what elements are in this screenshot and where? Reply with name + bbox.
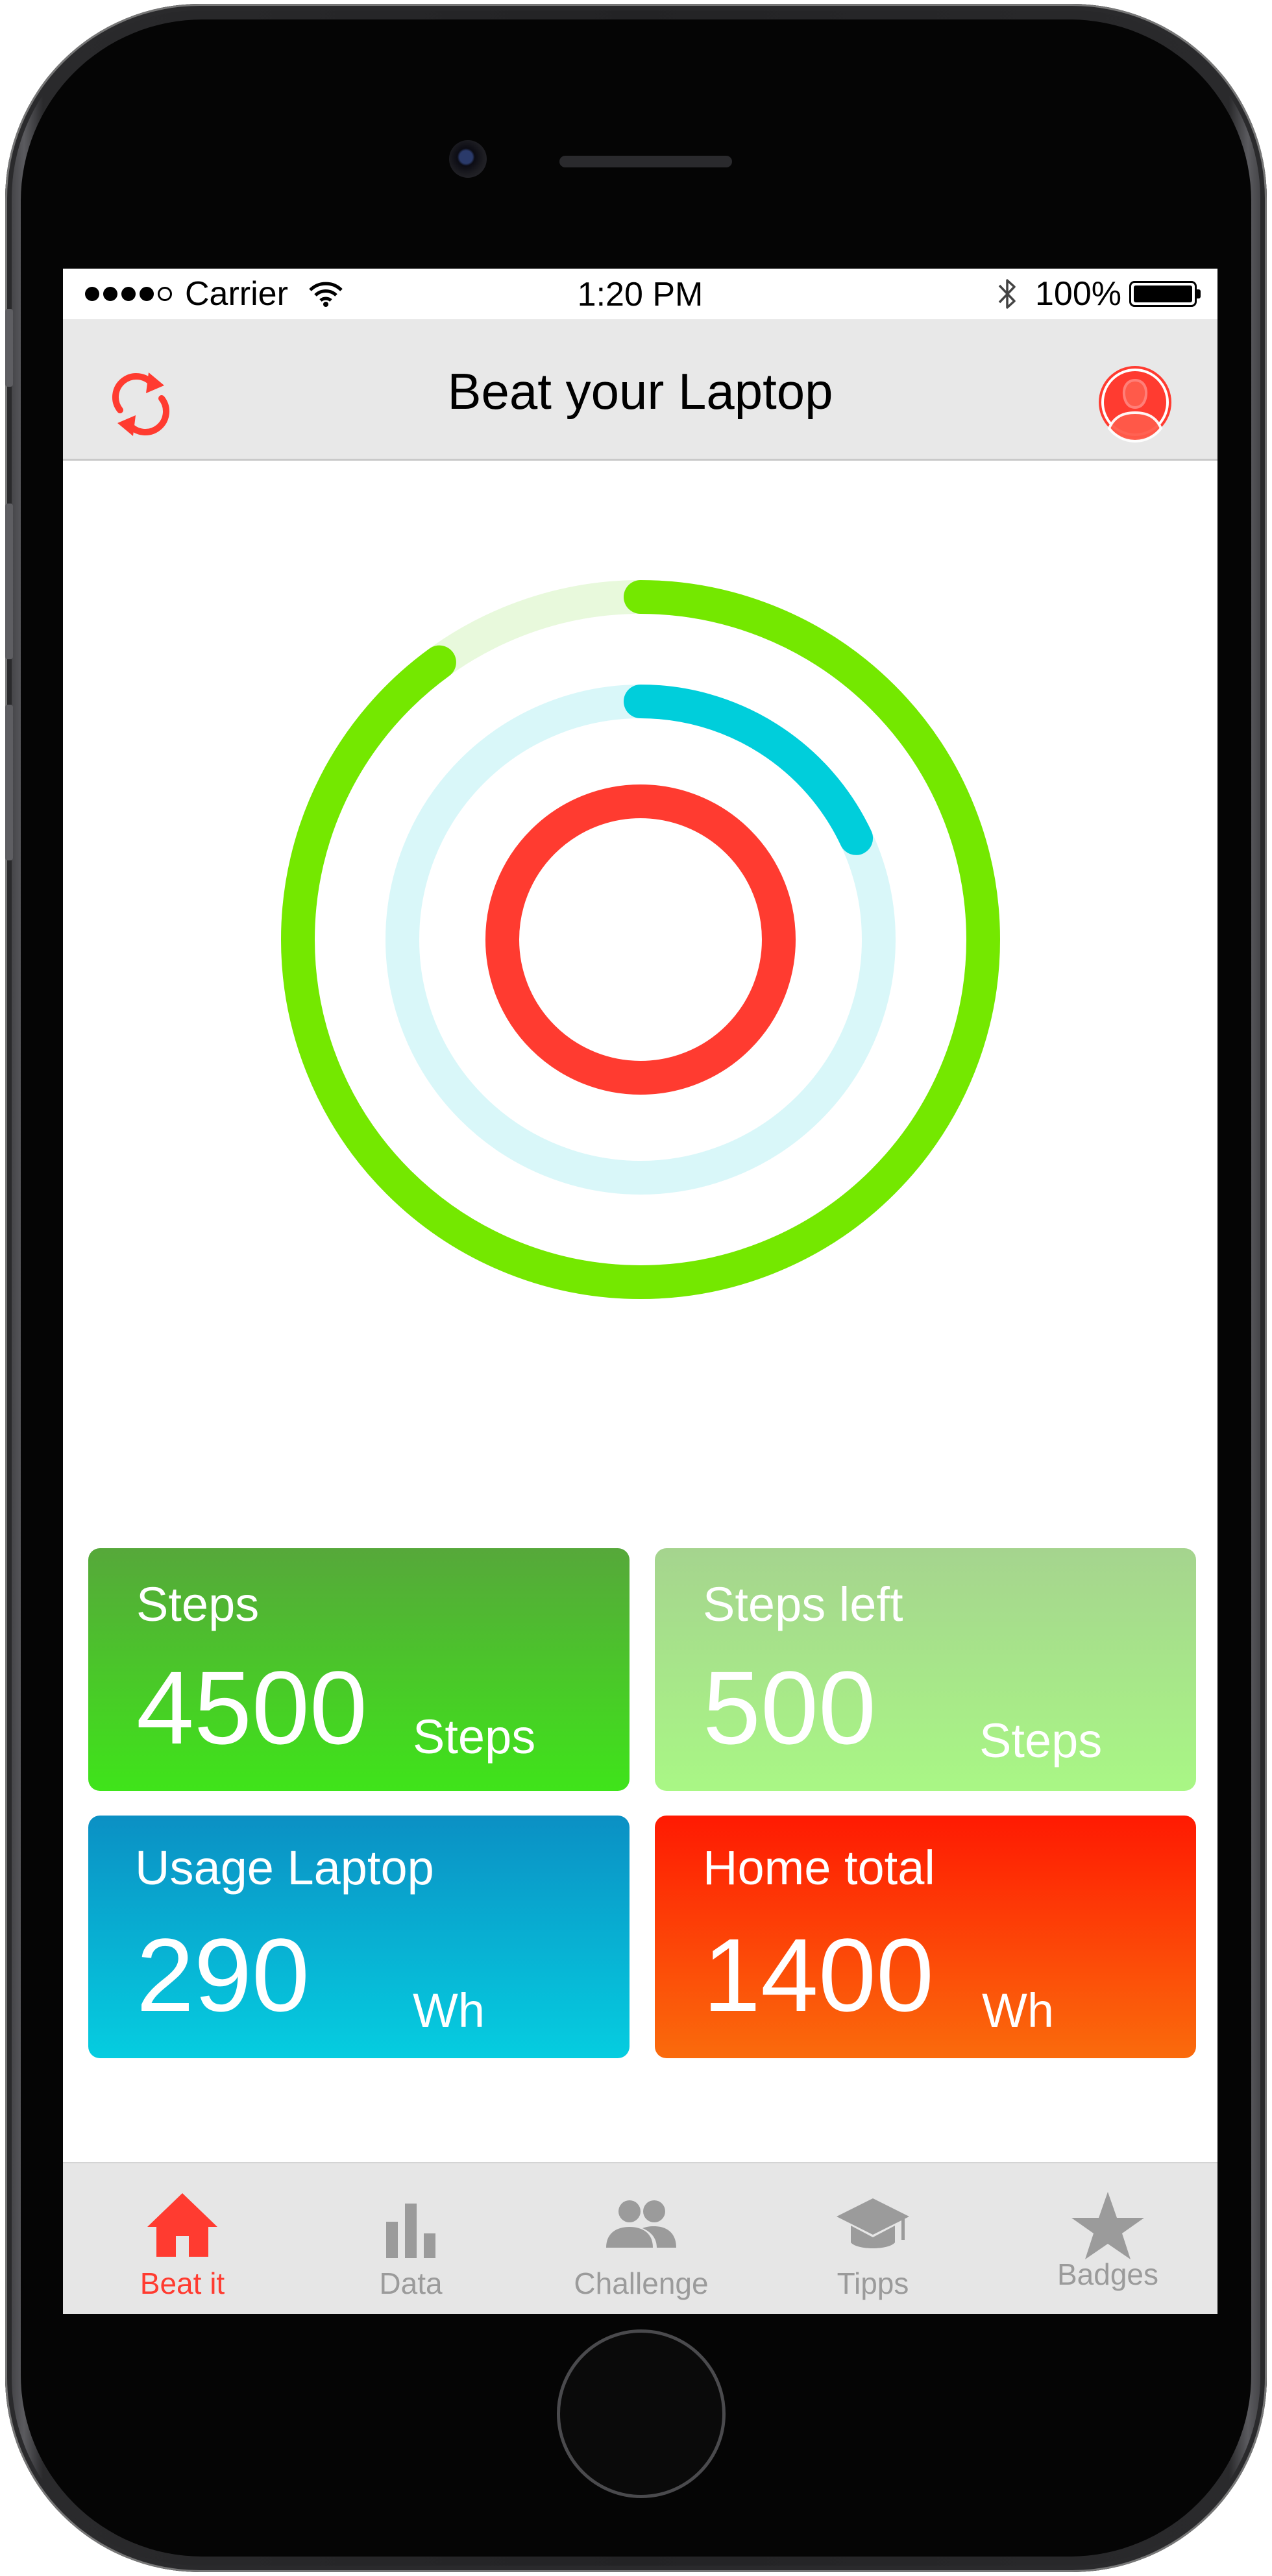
page-title: Beat your Laptop xyxy=(447,363,833,420)
earpiece-speaker xyxy=(559,156,732,167)
steps-tile-value: 4500 xyxy=(136,1649,367,1766)
status-bar: Carrier 1:20 PM 100% xyxy=(63,269,1217,319)
home-icon xyxy=(147,2193,217,2257)
tab-data[interactable]: Data xyxy=(313,2163,508,2314)
usage-laptop-tile-unit: Wh xyxy=(413,1984,485,2037)
steps-left-tile-label: Steps left xyxy=(703,1577,903,1631)
tab-badges-label: Badges xyxy=(1057,2257,1158,2291)
usage-laptop-tile-value: 290 xyxy=(136,1917,310,2033)
tab-bar: Beat it Data Challenge Tipps Badges xyxy=(63,2162,1217,2314)
steps-left-tile-value: 500 xyxy=(703,1649,876,1766)
steps-tile[interactable]: Steps 4500 Steps xyxy=(88,1548,630,1791)
tab-challenge[interactable]: Challenge xyxy=(544,2163,739,2314)
tab-beat-it-label: Beat it xyxy=(140,2266,225,2300)
carrier-label: Carrier xyxy=(185,275,288,313)
signal-strength-icon xyxy=(85,287,176,301)
home-total-tile-value: 1400 xyxy=(703,1917,934,2033)
wifi-icon xyxy=(309,282,343,307)
star-icon xyxy=(1071,2192,1144,2259)
battery-percentage: 100% xyxy=(1035,275,1121,313)
tab-tipps[interactable]: Tipps xyxy=(776,2163,970,2314)
usage-laptop-tile-label: Usage Laptop xyxy=(135,1841,434,1895)
tab-badges[interactable]: Badges xyxy=(1010,2163,1205,2314)
steps-left-tile[interactable]: Steps left 500 Steps xyxy=(655,1548,1196,1791)
usage-laptop-tile[interactable]: Usage Laptop 290 Wh xyxy=(88,1816,630,2058)
graduation-cap-icon xyxy=(837,2198,909,2248)
profile-icon[interactable] xyxy=(1095,362,1175,443)
steps-tile-label: Steps xyxy=(136,1577,260,1631)
volume-up-button xyxy=(5,504,13,659)
mute-switch xyxy=(5,309,13,387)
steps-left-tile-unit: Steps xyxy=(979,1714,1103,1768)
inner-ring-progress xyxy=(485,784,796,1095)
bluetooth-icon xyxy=(998,279,1016,309)
tab-data-label: Data xyxy=(379,2266,443,2300)
tab-beat-it[interactable]: Beat it xyxy=(85,2163,280,2314)
home-total-tile[interactable]: Home total 1400 Wh xyxy=(655,1816,1196,2058)
home-total-tile-unit: Wh xyxy=(982,1984,1054,2037)
front-camera xyxy=(449,140,487,178)
tab-tipps-label: Tipps xyxy=(837,2266,909,2300)
steps-tile-unit: Steps xyxy=(413,1710,536,1764)
home-button[interactable] xyxy=(557,2329,726,2498)
home-total-tile-label: Home total xyxy=(703,1841,935,1895)
volume-down-button xyxy=(5,705,13,860)
navigation-bar: Beat your Laptop xyxy=(63,319,1217,461)
battery-icon xyxy=(1129,281,1201,307)
app-screen: Carrier 1:20 PM 100% Beat your Laptop St… xyxy=(63,269,1217,2314)
tab-challenge-label: Challenge xyxy=(574,2266,709,2300)
people-icon xyxy=(606,2200,676,2248)
bar-chart-icon xyxy=(386,2204,435,2258)
activity-rings xyxy=(281,580,1000,1299)
